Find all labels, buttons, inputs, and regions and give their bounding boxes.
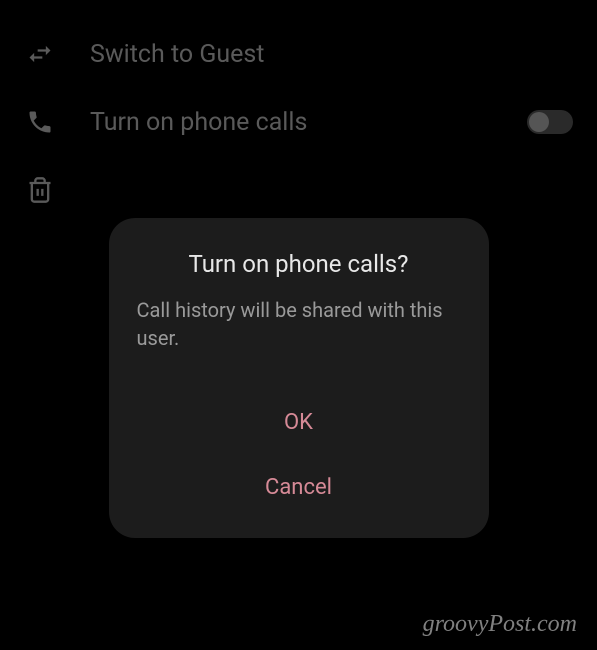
ok-button[interactable]: OK [137,390,461,455]
dialog-message: Call history will be shared with this us… [137,296,461,352]
watermark: groovyPost.com [423,611,577,638]
confirm-dialog: Turn on phone calls? Call history will b… [109,218,489,538]
cancel-button[interactable]: Cancel [137,455,461,520]
dialog-overlay: Turn on phone calls? Call history will b… [0,0,597,650]
dialog-title: Turn on phone calls? [137,250,461,278]
